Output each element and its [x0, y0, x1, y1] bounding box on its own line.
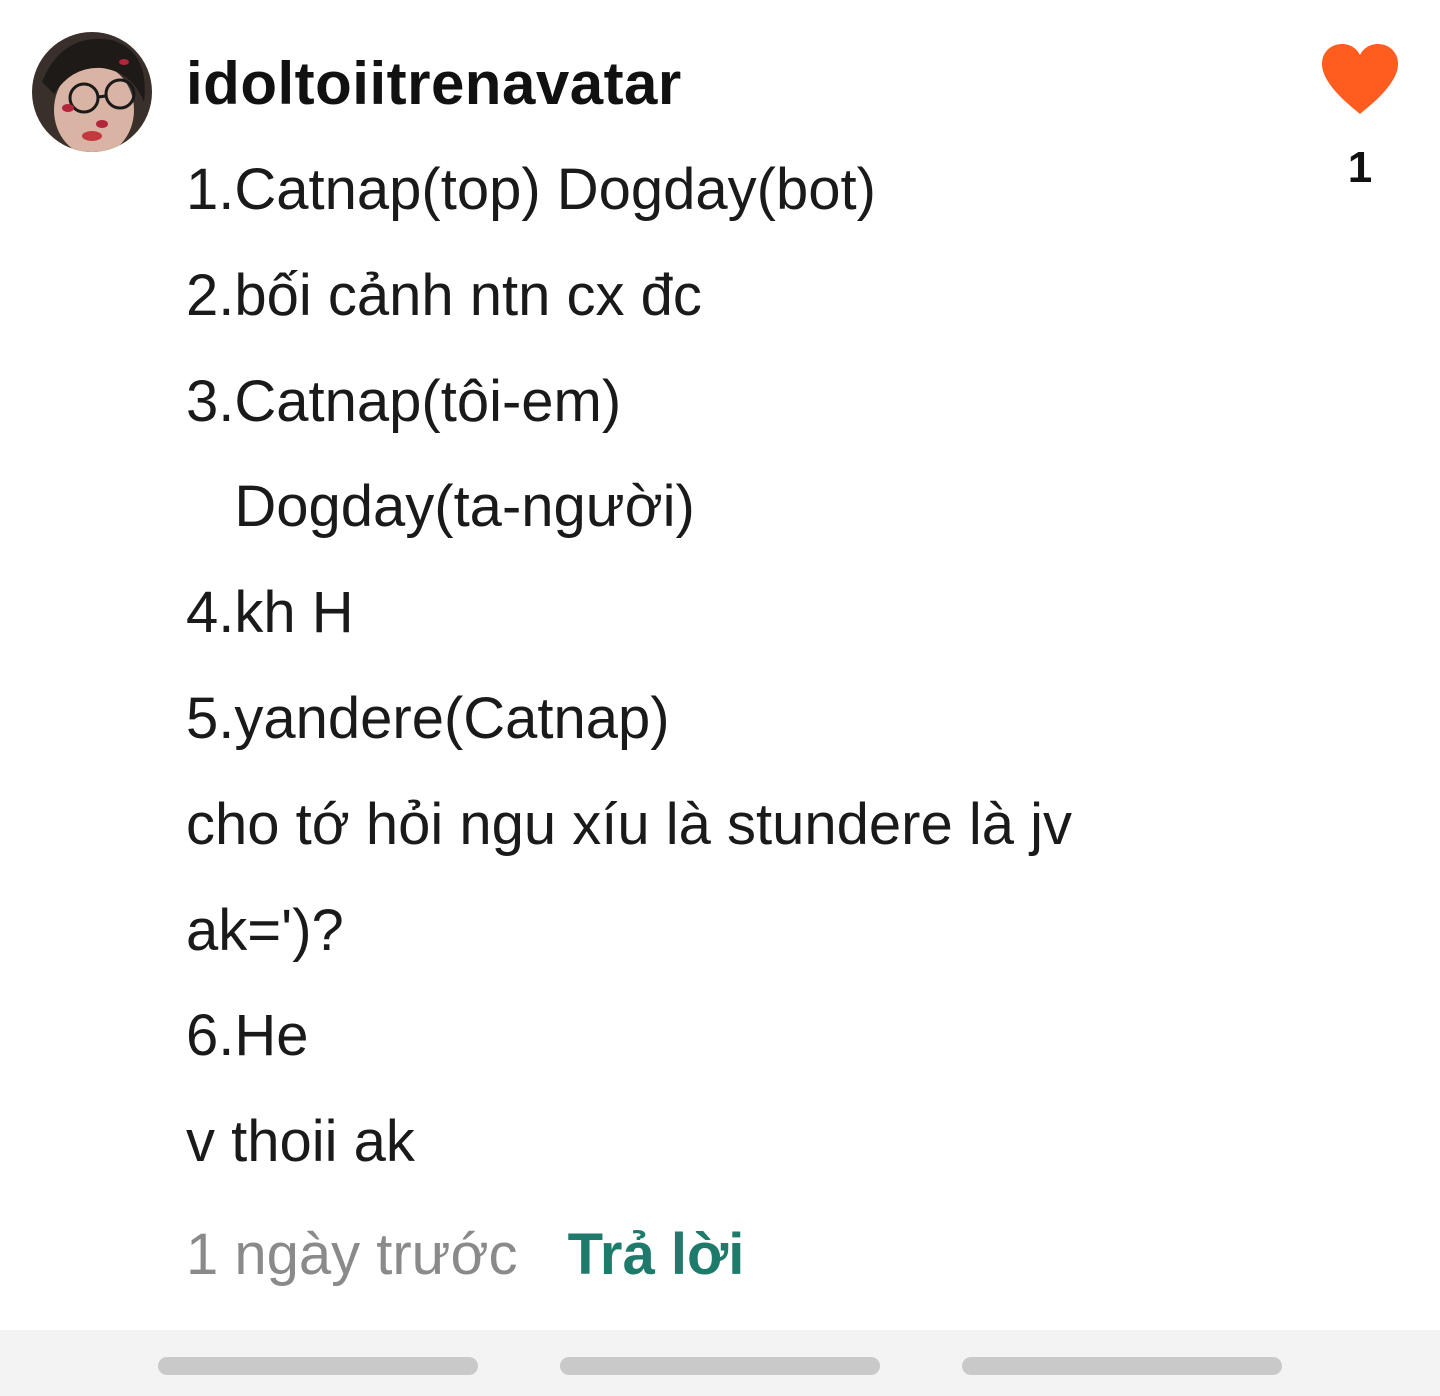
reply-button[interactable]: Trả lời: [568, 1222, 745, 1287]
comment-meta: 1 ngày trước Trả lời: [186, 1210, 744, 1300]
username[interactable]: idoltoiitrenavatar: [186, 44, 682, 124]
like-button[interactable]: [1318, 40, 1402, 120]
scroll-indicator: [560, 1357, 880, 1375]
scroll-indicator: [158, 1357, 478, 1375]
comment-line: v thoii ak: [186, 1109, 415, 1175]
bottom-bar: [0, 1330, 1440, 1396]
scroll-indicator: [962, 1357, 1282, 1375]
comment-line: cho tớ hỏi ngu xíu là stundere là jv: [186, 791, 1073, 857]
avatar[interactable]: [32, 32, 152, 152]
comment-line: 6.He: [186, 1003, 309, 1069]
comment-line: 3.Catnap(tôi-em): [186, 368, 622, 434]
comment-line: 4.kh H: [186, 580, 354, 646]
comment-line: Dogday(ta-người): [186, 474, 695, 540]
comment-line: ak=')?: [186, 897, 344, 963]
comment-line: 5.yandere(Catnap): [186, 685, 670, 751]
avatar-photo-icon: [32, 32, 152, 152]
timestamp: 1 ngày trước: [186, 1222, 518, 1287]
comment-body: 1.Catnap(top) Dogday(bot) 2.bối cảnh ntn…: [186, 137, 1266, 1195]
comment-card: idoltoiitrenavatar 1.Catnap(top) Dogday(…: [0, 0, 1440, 1330]
like-count: 1: [1347, 143, 1373, 192]
comment-line: 2.bối cảnh ntn cx đc: [186, 262, 702, 328]
heart-icon: [1322, 44, 1398, 114]
comment-line: 1.Catnap(top) Dogday(bot): [186, 157, 876, 222]
